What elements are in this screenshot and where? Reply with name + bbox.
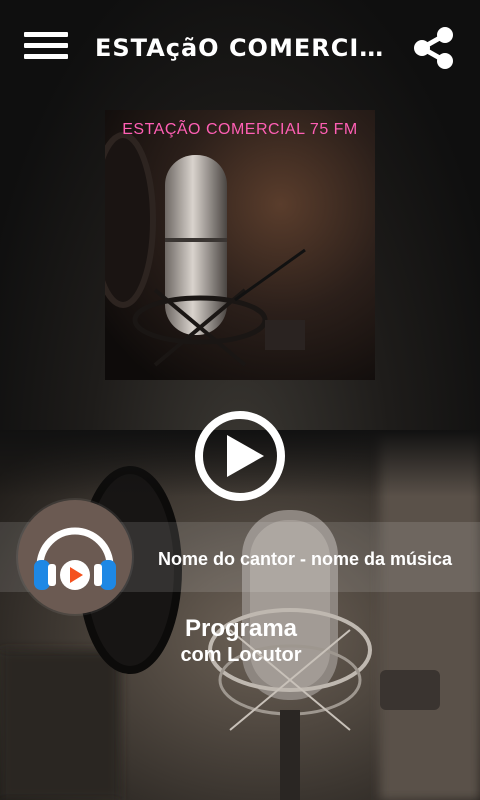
app-screen: ESTAçãO COMERCIAL 75 FM (0, 0, 480, 800)
headphones-play-icon (34, 527, 116, 590)
program-title: Programa (184, 615, 298, 642)
station-title: ESTAçãO COMERCIAL 75 FM (95, 34, 395, 62)
top-app-bar: ESTAçãO COMERCIAL 75 FM (0, 0, 480, 96)
station-cover-image: ESTAÇÃO COMERCIAL 75 FM (105, 110, 375, 380)
play-icon[interactable] (194, 410, 286, 502)
program-host: com Locutor (180, 644, 302, 666)
share-icon[interactable] (412, 24, 456, 72)
program-avatar (18, 500, 132, 614)
cover-station-text: ESTAÇÃO COMERCIAL 75 FM (122, 121, 358, 138)
hamburger-menu-icon[interactable] (24, 28, 68, 68)
now-playing-text: Nome do cantor - nome da música (158, 549, 453, 569)
program-info: Programa com Locutor (0, 615, 480, 667)
microphone-photo (105, 110, 375, 380)
